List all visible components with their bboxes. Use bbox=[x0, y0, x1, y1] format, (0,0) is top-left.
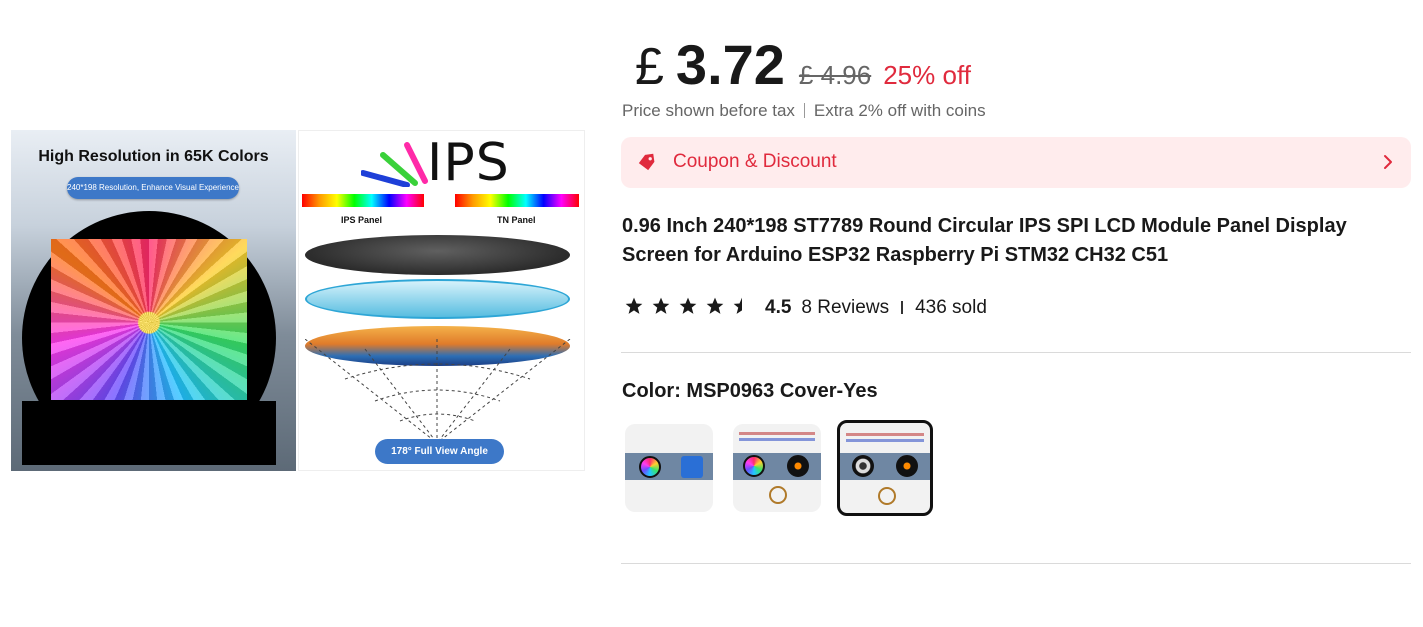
image-resolution-pill: 240*198 Resolution, Enhance Visual Exper… bbox=[67, 177, 239, 199]
image-heading: High Resolution in 65K Colors bbox=[38, 148, 269, 165]
lcd-flower-picture bbox=[51, 239, 247, 400]
view-angle-pill: 178° Full View Angle bbox=[375, 439, 504, 464]
swatch-note-line bbox=[846, 439, 924, 442]
lcd-bezel-bottom bbox=[22, 401, 276, 465]
star-full-icon bbox=[706, 297, 724, 314]
currency-symbol: £ bbox=[635, 38, 664, 96]
swatch-note-line bbox=[846, 433, 924, 436]
tn-panel-label: TN Panel bbox=[497, 215, 536, 225]
rating-value: 4.5 bbox=[765, 297, 792, 318]
coupon-label: Coupon & Discount bbox=[673, 151, 837, 172]
ips-panel-label: IPS Panel bbox=[341, 215, 383, 225]
panel-layer-middle bbox=[305, 279, 570, 319]
product-title: 0.96 Inch 240*198 ST7789 Round Circular … bbox=[622, 215, 1347, 266]
star-full-icon bbox=[625, 297, 643, 314]
rating-row: 4.5 8 Reviews 436 sold bbox=[624, 296, 987, 324]
swatch-cable bbox=[769, 486, 787, 504]
color-option-1[interactable] bbox=[625, 424, 713, 512]
swatch-note-line bbox=[739, 438, 815, 441]
price-row: £3.72 £ 4.96 25% off bbox=[635, 32, 971, 96]
original-price: £ 4.96 bbox=[798, 60, 872, 90]
coupon-discount-bar[interactable]: Coupon & Discount bbox=[621, 137, 1411, 188]
star-full-icon bbox=[652, 297, 670, 314]
product-image-ips[interactable]: IPS IPS Panel TN Panel 178° Full View An… bbox=[298, 130, 585, 471]
star-full-icon bbox=[679, 297, 697, 314]
swatch-display-thumb bbox=[896, 455, 918, 477]
color-option-2[interactable] bbox=[733, 424, 821, 512]
discount-badge: 25% off bbox=[883, 60, 971, 90]
color-label: Color: MSP0963 Cover-Yes bbox=[622, 380, 878, 402]
product-gallery: High Resolution in 65K Colors 240*198 Re… bbox=[0, 0, 600, 627]
sold-count: 436 sold bbox=[915, 297, 987, 318]
ips-color-bar bbox=[302, 194, 424, 207]
swatch-display-thumb bbox=[787, 455, 809, 477]
swatch-eye-thumb bbox=[852, 455, 874, 477]
round-lcd-display bbox=[22, 211, 276, 465]
tax-note: Price shown before tax Extra 2% off with … bbox=[622, 101, 986, 121]
panel-layer-top bbox=[305, 235, 570, 275]
current-price: 3.72 bbox=[675, 33, 785, 96]
reviews-link[interactable]: 8 Reviews bbox=[801, 297, 889, 319]
divider bbox=[621, 352, 1411, 353]
rating-separator bbox=[901, 301, 904, 314]
chevron-right-icon bbox=[1384, 155, 1392, 169]
tn-color-bar bbox=[455, 194, 579, 207]
swatch-note-line bbox=[739, 432, 815, 435]
swatch-display-thumb bbox=[743, 455, 765, 477]
product-info: £3.72 £ 4.96 25% off Price shown before ta… bbox=[621, 0, 1411, 627]
price-tag-icon bbox=[638, 153, 655, 171]
swatch-cable bbox=[878, 487, 896, 505]
star-half-icon bbox=[733, 297, 751, 314]
swatch-display-thumb bbox=[639, 456, 661, 478]
tax-separator bbox=[803, 103, 805, 118]
ips-logo-text: IPS bbox=[427, 133, 510, 193]
divider bbox=[621, 563, 1411, 564]
color-option-3[interactable] bbox=[837, 420, 933, 516]
coins-note: Extra 2% off with coins bbox=[813, 101, 986, 120]
swatch-module-thumb bbox=[681, 456, 703, 478]
view-angle-lines bbox=[305, 339, 571, 444]
product-image-resolution[interactable]: High Resolution in 65K Colors 240*198 Re… bbox=[11, 130, 296, 471]
before-tax-note: Price shown before tax bbox=[622, 101, 795, 120]
